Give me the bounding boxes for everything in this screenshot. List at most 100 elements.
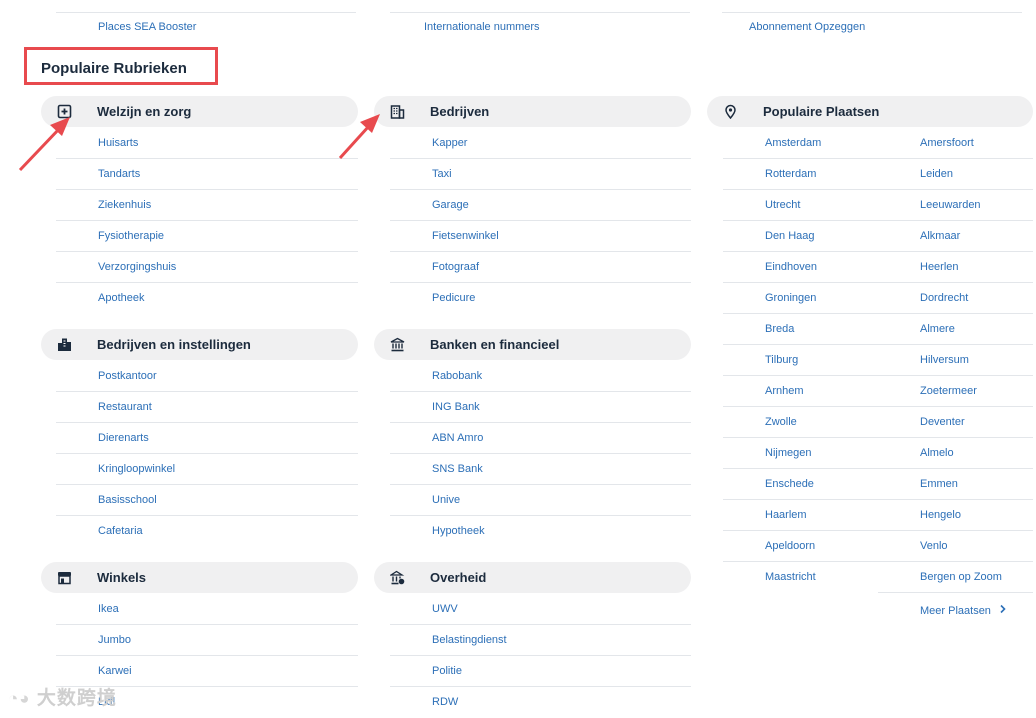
place-link[interactable]: Haarlem	[765, 509, 807, 521]
category-link[interactable]: Garage	[432, 199, 469, 211]
category-link[interactable]: Kapper	[432, 137, 467, 149]
category-link[interactable]: Fysiotherapie	[98, 230, 164, 242]
list-item: Ziekenhuis	[56, 190, 358, 221]
category-header-welzijn-en-zorg[interactable]: Welzijn en zorg	[41, 96, 358, 127]
category-link[interactable]: Pedicure	[432, 292, 475, 304]
category-link[interactable]: Ziekenhuis	[98, 199, 151, 211]
place-link[interactable]: Amsterdam	[765, 137, 821, 149]
category-link[interactable]: Dierenarts	[98, 432, 149, 444]
place-link[interactable]: Leiden	[920, 168, 953, 180]
list-item: RDW	[390, 687, 691, 718]
place-link[interactable]: Apeldoorn	[765, 540, 815, 552]
list-item: Fotograaf	[390, 252, 691, 283]
place-link[interactable]: Almelo	[920, 447, 954, 459]
category-link[interactable]: SNS Bank	[432, 463, 483, 475]
category-link[interactable]: Hypotheek	[432, 525, 485, 537]
category-link[interactable]: Fietsenwinkel	[432, 230, 499, 242]
category-link[interactable]: ABN Amro	[432, 432, 483, 444]
category-link[interactable]: Verzorgingshuis	[98, 261, 176, 273]
place-link[interactable]: Zwolle	[765, 416, 797, 428]
category-header-winkels[interactable]: Winkels	[41, 562, 358, 593]
category-link[interactable]: Restaurant	[98, 401, 152, 413]
place-link[interactable]: Breda	[765, 323, 794, 335]
category-link[interactable]: Fotograaf	[432, 261, 479, 273]
category-header-populaire-plaatsen[interactable]: Populaire Plaatsen	[707, 96, 1033, 127]
category-link[interactable]: Unive	[432, 494, 460, 506]
place-link[interactable]: Rotterdam	[765, 168, 816, 180]
section-title: Populaire Rubrieken	[41, 60, 187, 77]
place-link[interactable]: Den Haag	[765, 230, 815, 242]
category-title: Banken en financieel	[430, 337, 560, 352]
chevron-right-icon	[999, 601, 1007, 619]
place-link[interactable]: Enschede	[765, 478, 814, 490]
more-places-link[interactable]: Meer Plaatsen	[920, 601, 1007, 619]
list-item: Arnhem	[723, 376, 878, 407]
list-item: Cafetaria	[56, 516, 358, 547]
list-item: Tandarts	[56, 159, 358, 190]
category-link[interactable]: Jumbo	[98, 634, 131, 646]
category-link[interactable]: Kringloopwinkel	[98, 463, 175, 475]
list-item: Amersfoort	[878, 128, 1033, 159]
place-link[interactable]: Amersfoort	[920, 137, 974, 149]
place-link[interactable]: Alkmaar	[920, 230, 960, 242]
place-link[interactable]: Eindhoven	[765, 261, 817, 273]
category-link[interactable]: UWV	[432, 603, 458, 615]
storefront-icon	[57, 570, 72, 585]
place-link[interactable]: Hilversum	[920, 354, 969, 366]
place-link[interactable]: Maastricht	[765, 571, 816, 583]
place-link[interactable]: Utrecht	[765, 199, 800, 211]
place-link[interactable]: Nijmegen	[765, 447, 811, 459]
category-header-bedrijven[interactable]: Bedrijven	[374, 96, 691, 127]
place-link[interactable]: Heerlen	[920, 261, 959, 273]
place-link[interactable]: Dordrecht	[920, 292, 968, 304]
category-link[interactable]: ING Bank	[432, 401, 480, 413]
place-link[interactable]: Tilburg	[765, 354, 798, 366]
place-link[interactable]: Emmen	[920, 478, 958, 490]
list-item: Groningen	[723, 283, 878, 314]
place-link[interactable]: Zoetermeer	[920, 385, 977, 397]
category-link[interactable]: Huisarts	[98, 137, 138, 149]
list-item: Tilburg	[723, 345, 878, 376]
place-link[interactable]: Bergen op Zoom	[920, 571, 1002, 583]
bank-icon	[390, 337, 405, 352]
category-link[interactable]: Apotheek	[98, 292, 144, 304]
top-link-places-sea-booster[interactable]: Places SEA Booster	[98, 21, 196, 33]
top-link-internationale-nummers[interactable]: Internationale nummers	[424, 21, 540, 33]
map-pin-icon	[723, 104, 738, 120]
list-item: Unive	[390, 485, 691, 516]
list-item: Rotterdam	[723, 159, 878, 190]
list-item: Garage	[390, 190, 691, 221]
place-link[interactable]: Deventer	[920, 416, 965, 428]
place-link[interactable]: Groningen	[765, 292, 816, 304]
category-link[interactable]: Rabobank	[432, 370, 482, 382]
category-header-banken-en-financieel[interactable]: Banken en financieel	[374, 329, 691, 360]
place-link[interactable]: Arnhem	[765, 385, 804, 397]
category-link[interactable]: Postkantoor	[98, 370, 157, 382]
list-item: Hilversum	[878, 345, 1033, 376]
category-link[interactable]: Tandarts	[98, 168, 140, 180]
place-link[interactable]: Venlo	[920, 540, 948, 552]
category-link[interactable]: RDW	[432, 696, 458, 708]
place-link[interactable]: Hengelo	[920, 509, 961, 521]
place-link[interactable]: Almere	[920, 323, 955, 335]
category-header-bedrijven-en-instellingen[interactable]: Bedrijven en instellingen	[41, 329, 358, 360]
category-link[interactable]: Ikea	[98, 603, 119, 615]
list-item: Jumbo	[56, 625, 358, 656]
category-title: Overheid	[430, 570, 487, 585]
list-item: ING Bank	[390, 392, 691, 423]
list-item: Hypotheek	[390, 516, 691, 547]
place-link[interactable]: Leeuwarden	[920, 199, 981, 211]
category-link[interactable]: Belastingdienst	[432, 634, 507, 646]
category-link[interactable]: Cafetaria	[98, 525, 143, 537]
category-link[interactable]: Taxi	[432, 168, 452, 180]
category-header-overheid[interactable]: Overheid	[374, 562, 691, 593]
category-link[interactable]: Politie	[432, 665, 462, 677]
category-link[interactable]: Basisschool	[98, 494, 157, 506]
list-item: Restaurant	[56, 392, 358, 423]
top-link-abonnement-opzeggen[interactable]: Abonnement Opzeggen	[749, 21, 865, 33]
category-link[interactable]: Karwei	[98, 665, 132, 677]
list-item: Maastricht	[723, 562, 878, 593]
list-item: Taxi	[390, 159, 691, 190]
annotation-arrow-icon	[18, 117, 70, 172]
list-item: Fysiotherapie	[56, 221, 358, 252]
